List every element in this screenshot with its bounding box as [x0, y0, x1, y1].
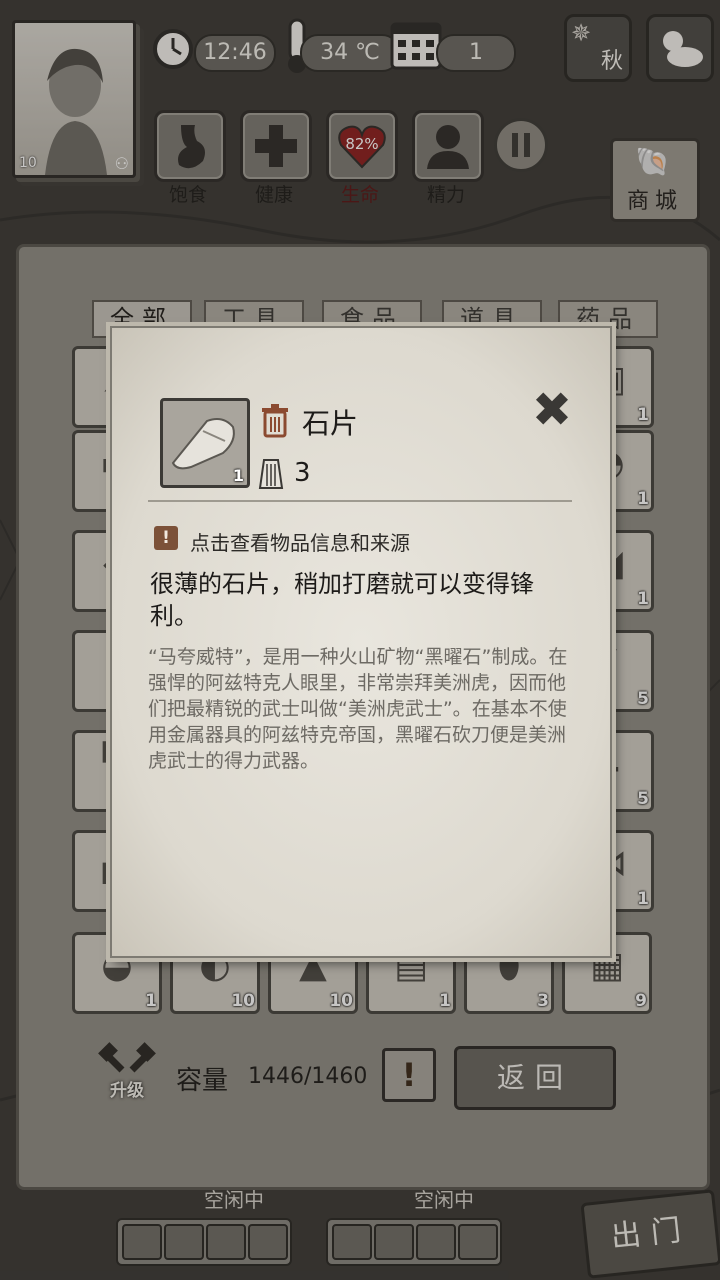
- item-description: 很薄的石片，稍加打磨就可以变得锋利。: [150, 570, 534, 630]
- weight-bag-icon: [256, 454, 286, 490]
- item-weight: 3: [294, 458, 311, 488]
- close-button[interactable]: ✖: [528, 386, 576, 434]
- item-lore: “马夸威特”，是用一种火山矿物“黑曜石”制成。在强悍的阿兹特克人眼里，非常崇拜美…: [148, 646, 568, 772]
- item-slot-count: 1: [232, 466, 244, 485]
- item-info-hint[interactable]: 点击查看物品信息和来源: [190, 527, 410, 556]
- popup-divider: [148, 500, 572, 502]
- exclamation-icon: !: [154, 526, 178, 550]
- item-thumbnail: 1: [160, 398, 250, 488]
- trash-icon[interactable]: [260, 404, 290, 438]
- item-name: 石片: [302, 407, 359, 440]
